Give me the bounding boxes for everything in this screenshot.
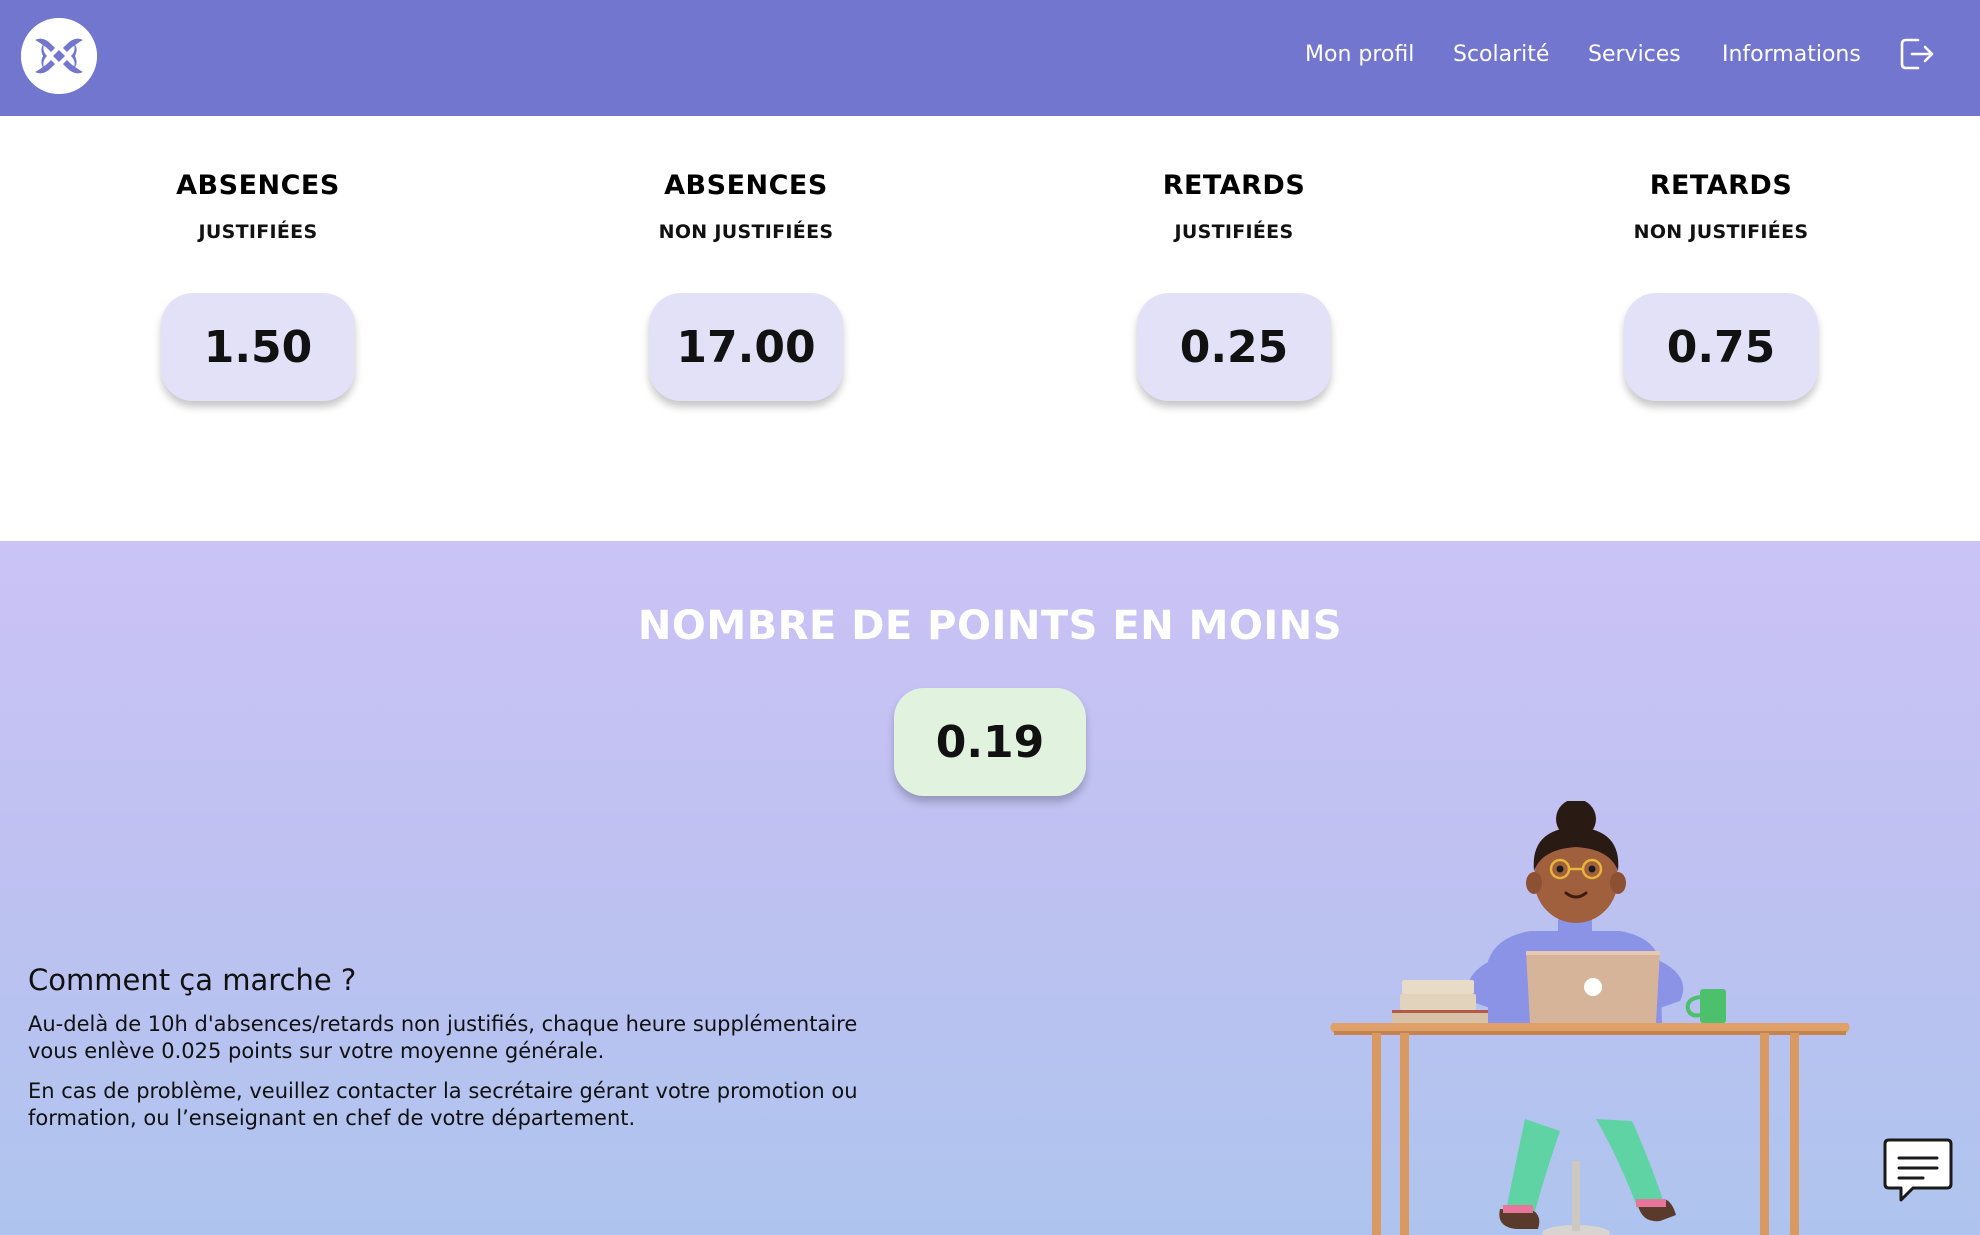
app-logo-icon[interactable]	[21, 18, 97, 94]
stat-subtitle: NON JUSTIFIÉES	[658, 221, 834, 243]
nav-informations[interactable]: Informations	[1722, 42, 1861, 67]
malus-title: NOMBRE DE POINTS EN MOINS	[637, 603, 1343, 649]
howto-paragraph-1: Au-delà de 10h d'absences/retards non ju…	[28, 1012, 858, 1063]
stat-title: RETARDS	[1649, 170, 1793, 201]
howto-section: Comment ça marche ? Au-delà de 10h d'abs…	[28, 963, 888, 1145]
stat-subtitle: JUSTIFIÉES	[1174, 221, 1294, 243]
logout-icon[interactable]	[1896, 34, 1936, 74]
student-desk-illustration	[1330, 801, 1850, 1235]
malus-section: NOMBRE DE POINTS EN MOINS 0.19 Comment ç…	[0, 541, 1980, 1235]
howto-title: Comment ça marche ?	[28, 963, 357, 997]
top-navbar: Mon profil Scolarité Services Informatio…	[0, 0, 1980, 116]
stat-title: ABSENCES	[176, 170, 340, 201]
malus-value: 0.19	[894, 688, 1086, 796]
stat-title: ABSENCES	[664, 170, 828, 201]
stat-absences-non-justifiees: ABSENCES NON JUSTIFIÉES	[536, 170, 956, 243]
stat-subtitle: JUSTIFIÉES	[198, 221, 318, 243]
howto-paragraph-2: En cas de problème, veuillez contacter l…	[28, 1079, 858, 1130]
nav-services[interactable]: Services	[1588, 42, 1681, 67]
stat-value: 1.50	[161, 293, 355, 401]
stat-absences-justifiees: ABSENCES JUSTIFIÉES	[48, 170, 468, 243]
stat-retards-non-justifies: RETARDS NON JUSTIFIÉES	[1511, 170, 1931, 243]
nav-scolarite[interactable]: Scolarité	[1453, 42, 1549, 67]
stat-subtitle: NON JUSTIFIÉES	[1633, 221, 1809, 243]
stat-value: 17.00	[649, 293, 843, 401]
stat-value: 0.25	[1137, 293, 1331, 401]
stat-retards-justifies: RETARDS JUSTIFIÉES	[1024, 170, 1444, 243]
stat-title: RETARDS	[1162, 170, 1306, 201]
nav-mon-profil[interactable]: Mon profil	[1305, 42, 1414, 67]
stat-value: 0.75	[1624, 293, 1818, 401]
chat-bubble-icon[interactable]	[1883, 1134, 1953, 1204]
